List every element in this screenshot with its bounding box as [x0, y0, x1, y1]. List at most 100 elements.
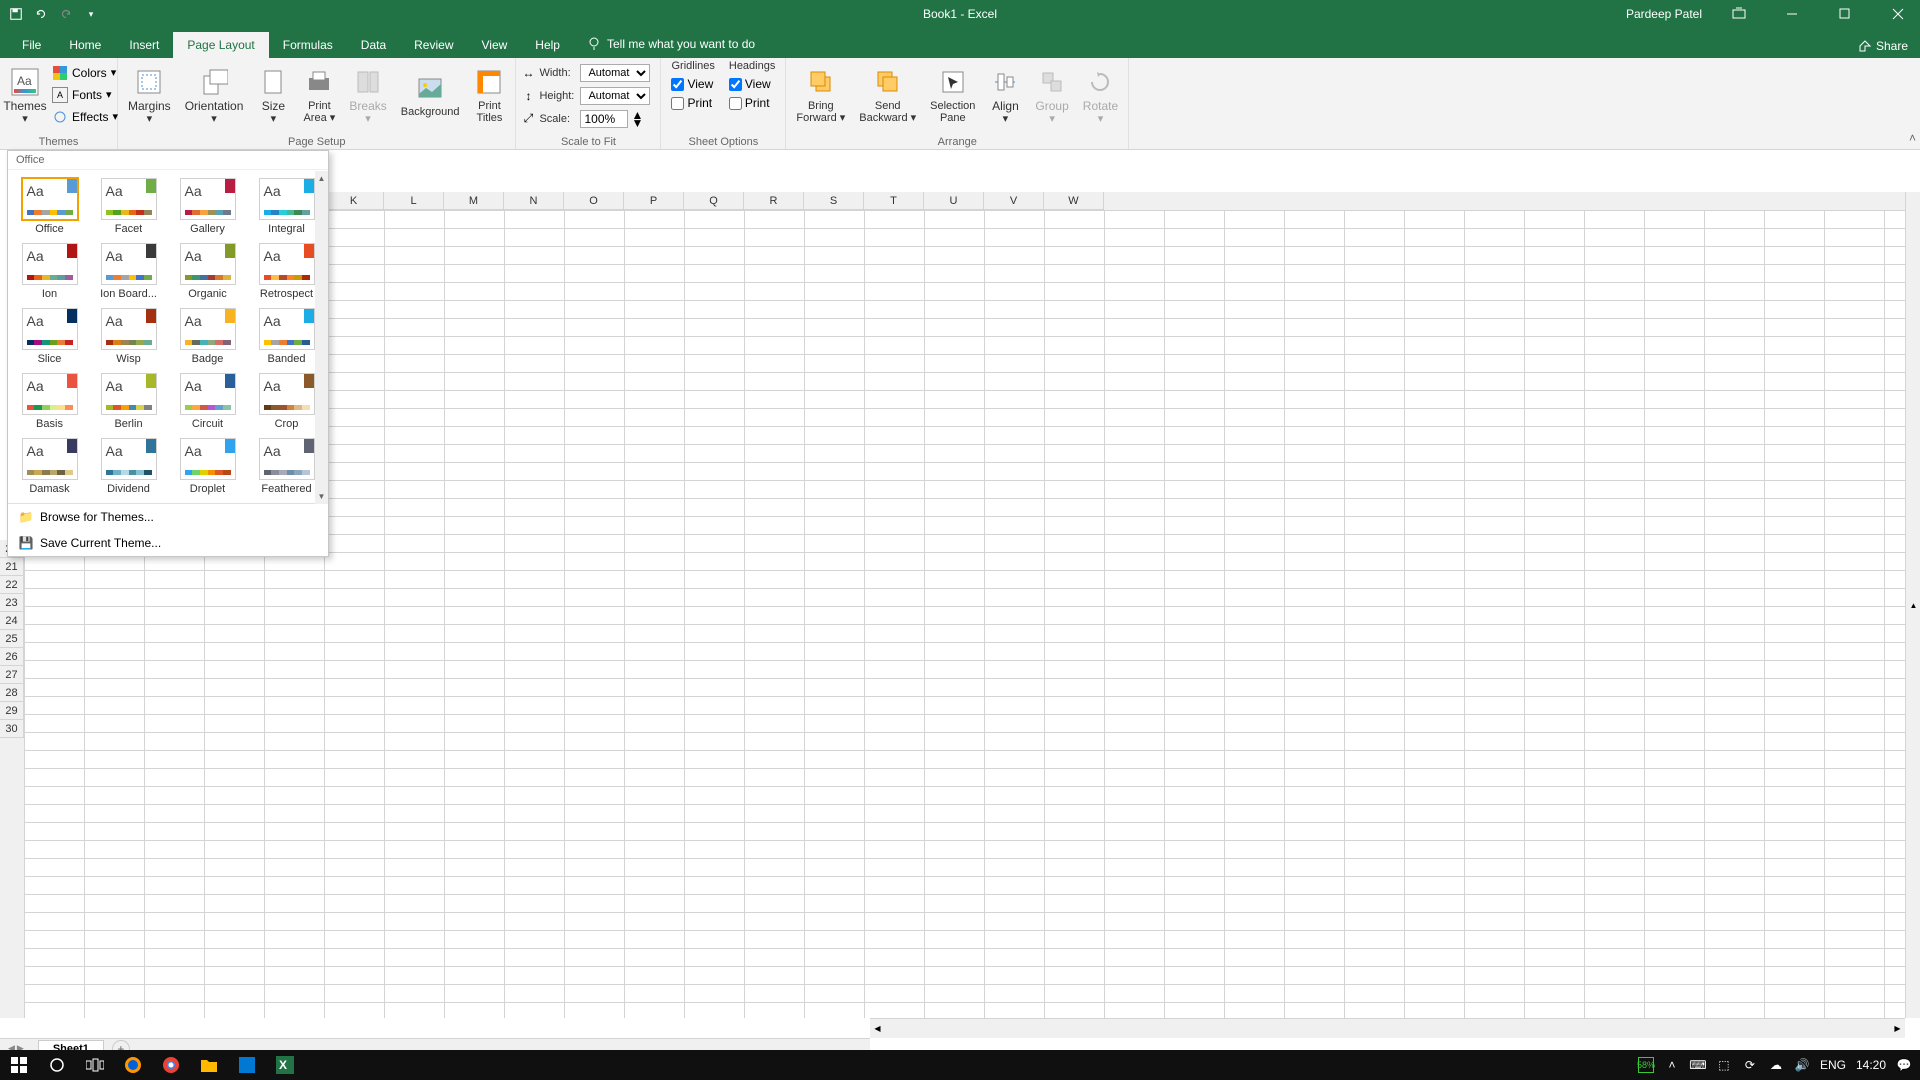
theme-item[interactable]: AaWisp	[93, 306, 164, 367]
column-header[interactable]: R	[744, 192, 804, 210]
headings-print-checkbox[interactable]: Print	[729, 94, 775, 112]
fonts-button[interactable]: AFonts ▾	[48, 84, 122, 105]
row-header[interactable]: 22	[0, 576, 24, 594]
column-header[interactable]: L	[384, 192, 444, 210]
background-button[interactable]: Background	[395, 60, 466, 130]
tab-help[interactable]: Help	[521, 32, 574, 58]
volume-icon[interactable]: 🔊	[1794, 1057, 1810, 1073]
themes-scroll-down[interactable]: ▼	[315, 489, 328, 504]
bring-forward-button[interactable]: BringForward ▾	[790, 60, 851, 130]
scale-down[interactable]: ▼	[631, 119, 643, 127]
print-titles-button[interactable]: PrintTitles	[467, 60, 511, 130]
tab-file[interactable]: File	[8, 32, 55, 58]
scroll-right-icon[interactable]: ▶	[1890, 1019, 1905, 1038]
width-select[interactable]: Automatic	[580, 64, 650, 82]
themes-button[interactable]: Aa Themes▾	[4, 60, 46, 130]
theme-item[interactable]: AaDroplet	[172, 436, 243, 497]
theme-item[interactable]: AaGallery	[172, 176, 243, 237]
save-button[interactable]	[5, 3, 27, 25]
task-view-button[interactable]	[76, 1050, 114, 1080]
clock[interactable]: 14:20	[1856, 1058, 1886, 1072]
chrome-icon[interactable]	[152, 1050, 190, 1080]
row-header[interactable]: 24	[0, 612, 24, 630]
theme-item[interactable]: AaOffice	[14, 176, 85, 237]
column-header[interactable]: N	[504, 192, 564, 210]
tab-formulas[interactable]: Formulas	[269, 32, 347, 58]
tab-review[interactable]: Review	[400, 32, 467, 58]
theme-item[interactable]: AaBanded	[251, 306, 322, 367]
vertical-scrollbar[interactable]: ▲	[1905, 192, 1920, 1018]
user-name[interactable]: Pardeep Patel	[1626, 7, 1708, 21]
column-header[interactable]: P	[624, 192, 684, 210]
column-header[interactable]: Q	[684, 192, 744, 210]
qat-customize[interactable]: ▾	[80, 3, 102, 25]
theme-item[interactable]: AaSlice	[14, 306, 85, 367]
theme-item[interactable]: AaCrop	[251, 371, 322, 432]
column-header[interactable]: T	[864, 192, 924, 210]
save-theme-button[interactable]: 💾Save Current Theme...	[8, 530, 328, 556]
tab-page-layout[interactable]: Page Layout	[173, 32, 268, 58]
theme-item[interactable]: AaOrganic	[172, 241, 243, 302]
size-button[interactable]: Size▾	[251, 60, 295, 130]
tell-me-search[interactable]: Tell me what you want to do	[574, 30, 767, 58]
tab-data[interactable]: Data	[347, 32, 400, 58]
theme-item[interactable]: AaIon	[14, 241, 85, 302]
battery-icon[interactable]: 58%	[1638, 1057, 1654, 1073]
undo-button[interactable]	[30, 3, 52, 25]
orientation-button[interactable]: Orientation▾	[179, 60, 250, 130]
dropbox-icon[interactable]: ⬚	[1716, 1057, 1732, 1073]
send-backward-button[interactable]: SendBackward ▾	[853, 60, 922, 130]
sync-icon[interactable]: ⟳	[1742, 1057, 1758, 1073]
column-header[interactable]: S	[804, 192, 864, 210]
row-header[interactable]: 27	[0, 666, 24, 684]
row-header[interactable]: 30	[0, 720, 24, 738]
row-header[interactable]: 25	[0, 630, 24, 648]
horizontal-scrollbar[interactable]: ◀▶	[870, 1018, 1905, 1038]
share-button[interactable]: Share	[1846, 34, 1920, 58]
theme-item[interactable]: AaIntegral	[251, 176, 322, 237]
collapse-ribbon-button[interactable]: ˄	[1909, 131, 1916, 145]
breaks-button[interactable]: Breaks▾	[343, 60, 392, 130]
headings-view-checkbox[interactable]: View	[729, 75, 775, 93]
print-area-button[interactable]: PrintArea ▾	[297, 60, 341, 130]
align-button[interactable]: Align▾	[983, 60, 1027, 130]
themes-scroll-up[interactable]: ▲	[315, 171, 328, 186]
column-header[interactable]: W	[1044, 192, 1104, 210]
theme-item[interactable]: AaBasis	[14, 371, 85, 432]
start-button[interactable]	[0, 1050, 38, 1080]
theme-item[interactable]: AaBadge	[172, 306, 243, 367]
selection-pane-button[interactable]: SelectionPane	[924, 60, 981, 130]
tab-insert[interactable]: Insert	[115, 32, 173, 58]
maximize-button[interactable]	[1822, 0, 1867, 28]
keyboard-icon[interactable]: ⌨	[1690, 1057, 1706, 1073]
minimize-button[interactable]	[1769, 0, 1814, 28]
theme-item[interactable]: AaDamask	[14, 436, 85, 497]
theme-item[interactable]: AaFacet	[93, 176, 164, 237]
language-indicator[interactable]: ENG	[1820, 1058, 1846, 1072]
themes-scrollbar[interactable]: ▲ ▼	[315, 171, 328, 504]
margins-button[interactable]: Margins▾	[122, 60, 177, 130]
close-button[interactable]	[1875, 0, 1920, 28]
browse-themes-button[interactable]: 📁Browse for Themes...	[8, 504, 328, 530]
column-header[interactable]: K	[324, 192, 384, 210]
firefox-icon[interactable]	[114, 1050, 152, 1080]
redo-button[interactable]	[55, 3, 77, 25]
file-explorer-icon[interactable]	[190, 1050, 228, 1080]
ribbon-display-options[interactable]	[1716, 0, 1761, 28]
theme-item[interactable]: AaIon Board...	[93, 241, 164, 302]
theme-item[interactable]: AaBerlin	[93, 371, 164, 432]
scale-input[interactable]: 100%	[580, 110, 628, 128]
row-header[interactable]: 29	[0, 702, 24, 720]
theme-item[interactable]: AaRetrospect	[251, 241, 322, 302]
cortana-button[interactable]	[38, 1050, 76, 1080]
column-header[interactable]: U	[924, 192, 984, 210]
effects-button[interactable]: Effects ▾	[48, 106, 122, 127]
column-header[interactable]: M	[444, 192, 504, 210]
colors-button[interactable]: Colors ▾	[48, 62, 122, 83]
excel-taskbar-icon[interactable]: X	[266, 1050, 304, 1080]
tab-home[interactable]: Home	[55, 32, 115, 58]
theme-item[interactable]: AaFeathered	[251, 436, 322, 497]
tab-view[interactable]: View	[468, 32, 522, 58]
gridlines-print-checkbox[interactable]: Print	[671, 94, 714, 112]
row-header[interactable]: 23	[0, 594, 24, 612]
